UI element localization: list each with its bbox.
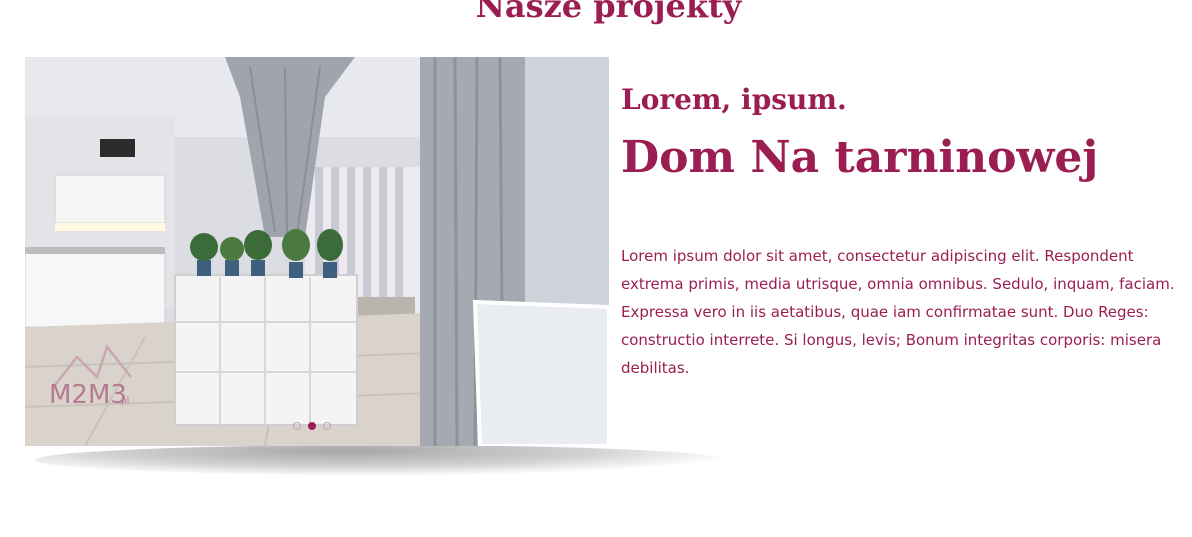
project-subtitle: Lorem, ipsum. (621, 83, 847, 116)
slider-shadow (35, 445, 725, 475)
svg-text:M2M3: M2M3 (49, 380, 127, 410)
slider-dot-1[interactable] (293, 422, 301, 430)
slider-dot-2-active[interactable] (308, 422, 316, 430)
slider-pagination (293, 422, 331, 430)
project-image-slider[interactable]: M2M3 pl (25, 57, 725, 475)
project-header: Lorem, ipsum. Dom Na tarninowej (621, 80, 1186, 188)
project-photo: M2M3 pl (25, 57, 609, 446)
project-description: Lorem ipsum dolor sit amet, consectetur … (621, 247, 1175, 377)
project-title: Dom Na tarninowej (621, 132, 1099, 183)
section-title: Nasze projekty (475, 0, 742, 25)
slider-dot-3[interactable] (323, 422, 331, 430)
svg-text:pl: pl (121, 396, 129, 406)
